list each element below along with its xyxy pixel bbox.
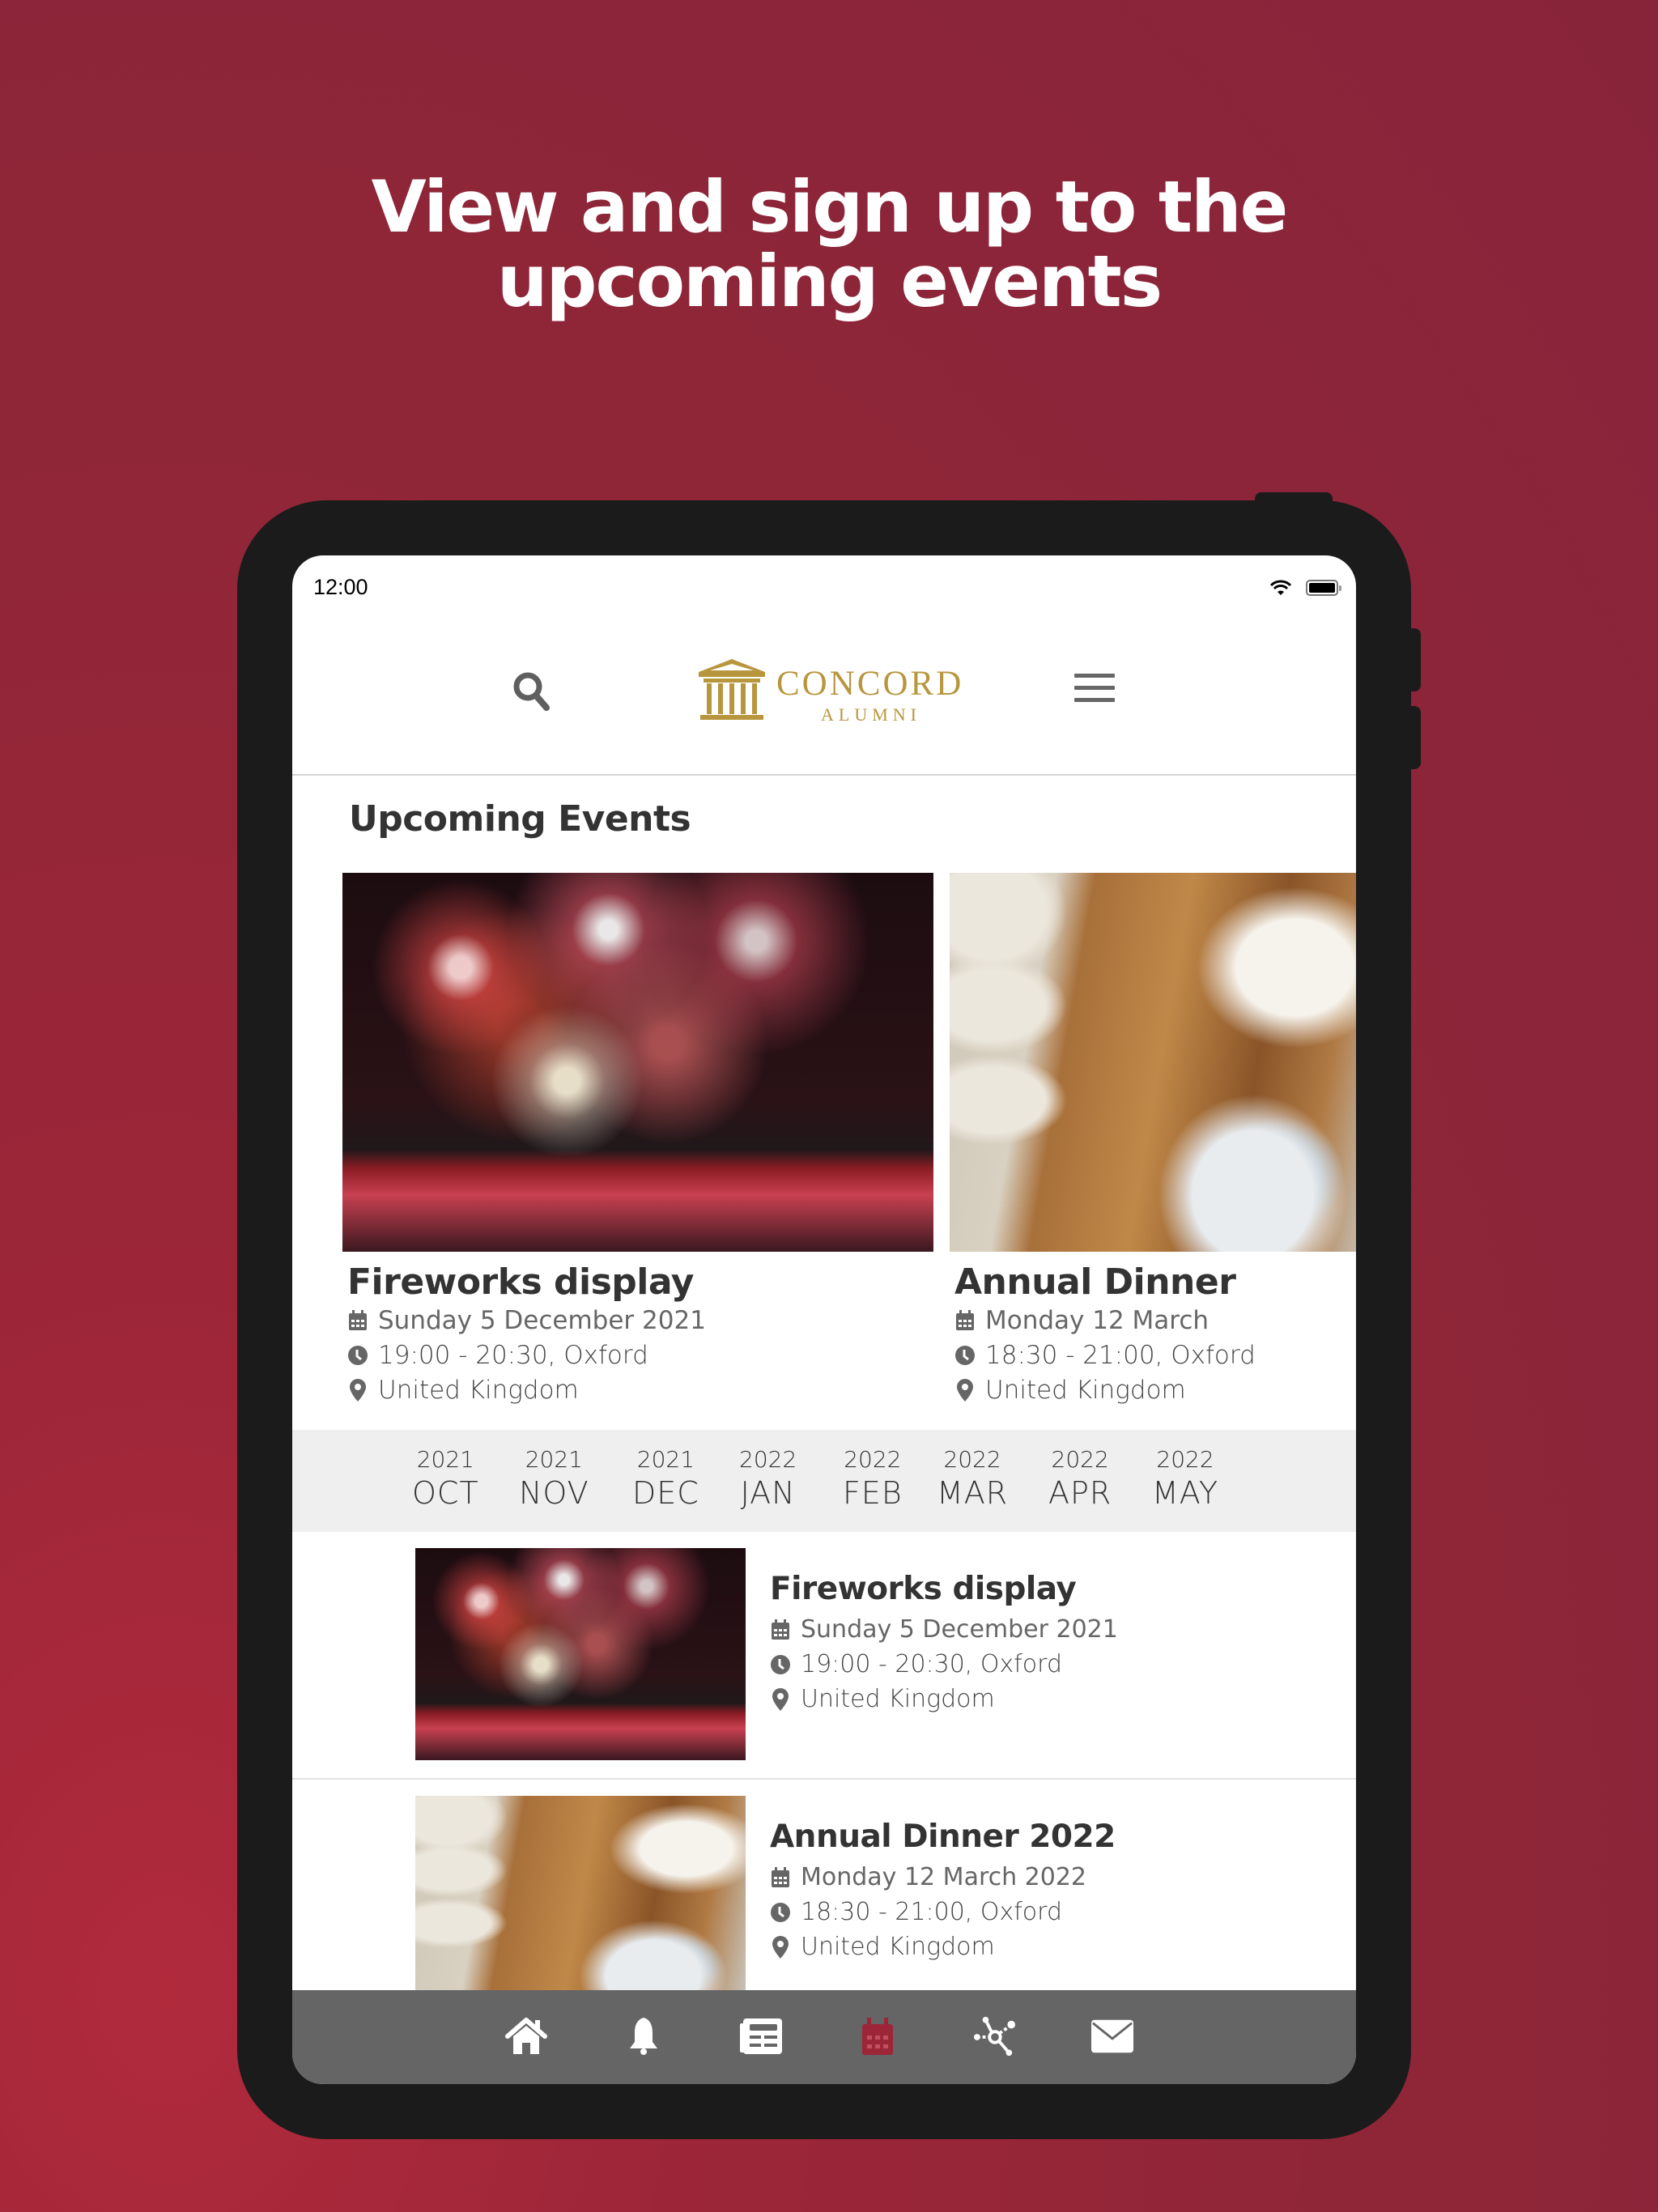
event-card[interactable]: Annual Dinner Monday 12 March 18:30 - 21… [950, 873, 1356, 1407]
month-selector: 2021 OCT 2021 NOV 2021 DEC 2022 JAN 2022 FEB … [292, 1430, 1356, 1532]
section-title: Upcoming Events [349, 798, 691, 840]
event-date-row: Sunday 5 December 2021 [347, 1303, 933, 1338]
month-tab-feb[interactable]: 2022 FEB [843, 1446, 903, 1512]
nav-news[interactable] [740, 2016, 782, 2057]
month-tab-may[interactable]: 2022 MAY [1152, 1446, 1218, 1512]
event-date: Monday 12 March 2022 [801, 1863, 1087, 1891]
event-image-dinner[interactable] [950, 873, 1356, 1252]
calendar-icon [770, 1865, 791, 1890]
clock-icon [347, 1343, 368, 1368]
event-location-row: United Kingdom [347, 1372, 933, 1407]
nav-events[interactable] [857, 2016, 899, 2057]
event-place: United Kingdom [801, 1685, 995, 1713]
nav-notifications[interactable] [623, 2016, 665, 2057]
event-place: United Kingdom [801, 1933, 995, 1961]
month-tab-apr[interactable]: 2022 APR [1048, 1446, 1112, 1512]
home-icon [505, 2018, 547, 2054]
month-tab-nov[interactable]: 2021 NOV [519, 1446, 589, 1512]
event-time-row: 18:30 - 21:00, Oxford [770, 1895, 1116, 1929]
event-date: Monday 12 March [985, 1305, 1209, 1335]
map-pin-icon [347, 1378, 368, 1402]
event-time-row: 18:30 - 21:00, Oxford [954, 1338, 1356, 1372]
event-time: 18:30 - 21:00, Oxford [985, 1340, 1256, 1370]
bottom-navigation [292, 1990, 1356, 2084]
event-title[interactable]: Fireworks display [770, 1571, 1118, 1607]
event-date: Sunday 5 December 2021 [801, 1615, 1118, 1644]
event-thumbnail-fireworks[interactable] [415, 1548, 746, 1760]
logo-wordmark: CONCORD [776, 665, 964, 703]
hamburger-menu-icon[interactable] [1074, 674, 1115, 706]
event-place: United Kingdom [378, 1375, 579, 1405]
event-title[interactable]: Fireworks display [342, 1261, 933, 1303]
status-bar: 12:00 [292, 555, 1356, 620]
event-title[interactable]: Annual Dinner 2022 [770, 1819, 1116, 1855]
event-card[interactable]: Fireworks display Sunday 5 December 2021… [342, 873, 933, 1407]
event-thumbnail-dinner[interactable] [415, 1796, 746, 2008]
nav-network[interactable] [974, 2016, 1016, 2057]
map-pin-icon [770, 1687, 791, 1712]
event-date-row: Sunday 5 December 2021 [770, 1612, 1118, 1647]
promo-headline: View and sign up to the upcoming events [0, 170, 1658, 319]
bell-icon [630, 2018, 657, 2055]
map-pin-icon [770, 1935, 791, 1959]
nav-messages[interactable] [1091, 2016, 1133, 2057]
month-tab-jan[interactable]: 2022 JAN [739, 1446, 797, 1512]
calendar-icon [954, 1308, 976, 1333]
event-time-row: 19:00 - 20:30, Oxford [347, 1338, 933, 1372]
clock-icon [770, 1653, 791, 1677]
calendar-icon [862, 2018, 893, 2055]
headline-line-1: View and sign up to the [371, 165, 1289, 249]
clock-icon [954, 1343, 976, 1368]
wifi-icon [1270, 580, 1291, 595]
event-time: 18:30 - 21:00, Oxford [801, 1898, 1063, 1926]
event-time-row: 19:00 - 20:30, Oxford [770, 1647, 1118, 1682]
event-image-fireworks[interactable] [342, 873, 933, 1252]
logo-subtitle: ALUMNI [821, 704, 921, 725]
event-time: 19:00 - 20:30, Oxford [378, 1340, 648, 1370]
event-location-row: United Kingdom [770, 1682, 1118, 1716]
app-header: CONCORD ALUMNI [292, 620, 1356, 776]
event-date: Sunday 5 December 2021 [378, 1305, 706, 1335]
calendar-icon [770, 1618, 791, 1642]
map-pin-icon [954, 1378, 976, 1402]
nav-home[interactable] [505, 2016, 547, 2057]
headline-line-2: upcoming events [496, 240, 1163, 323]
network-icon [974, 2016, 1016, 2057]
event-date-row: Monday 12 March 2022 [770, 1860, 1116, 1895]
battery-icon [1306, 580, 1341, 596]
clock-icon [770, 1900, 791, 1925]
event-title[interactable]: Annual Dinner [950, 1261, 1356, 1303]
concord-alumni-logo[interactable]: CONCORD ALUMNI [695, 653, 963, 734]
status-time: 12:00 [313, 575, 368, 599]
calendar-icon [347, 1308, 368, 1333]
month-tab-dec[interactable]: 2021 DEC [632, 1446, 699, 1512]
event-place: United Kingdom [985, 1375, 1186, 1405]
app-screen: 12:00 CONCORD ALUMNI Upcoming Events Fir… [292, 555, 1356, 2084]
event-date-row: Monday 12 March [954, 1303, 1356, 1338]
envelope-icon [1091, 2019, 1133, 2053]
pillar-building-icon [699, 659, 765, 720]
event-location-row: United Kingdom [770, 1929, 1116, 1964]
search-icon[interactable] [511, 669, 553, 714]
event-location-row: United Kingdom [954, 1372, 1356, 1407]
newspaper-icon [740, 2018, 782, 2054]
event-list-item[interactable]: Fireworks display Sunday 5 December 2021… [292, 1532, 1356, 1780]
event-time: 19:00 - 20:30, Oxford [801, 1650, 1063, 1678]
month-tab-oct[interactable]: 2021 OCT [412, 1446, 479, 1512]
month-tab-mar[interactable]: 2022 MAR [937, 1446, 1008, 1512]
